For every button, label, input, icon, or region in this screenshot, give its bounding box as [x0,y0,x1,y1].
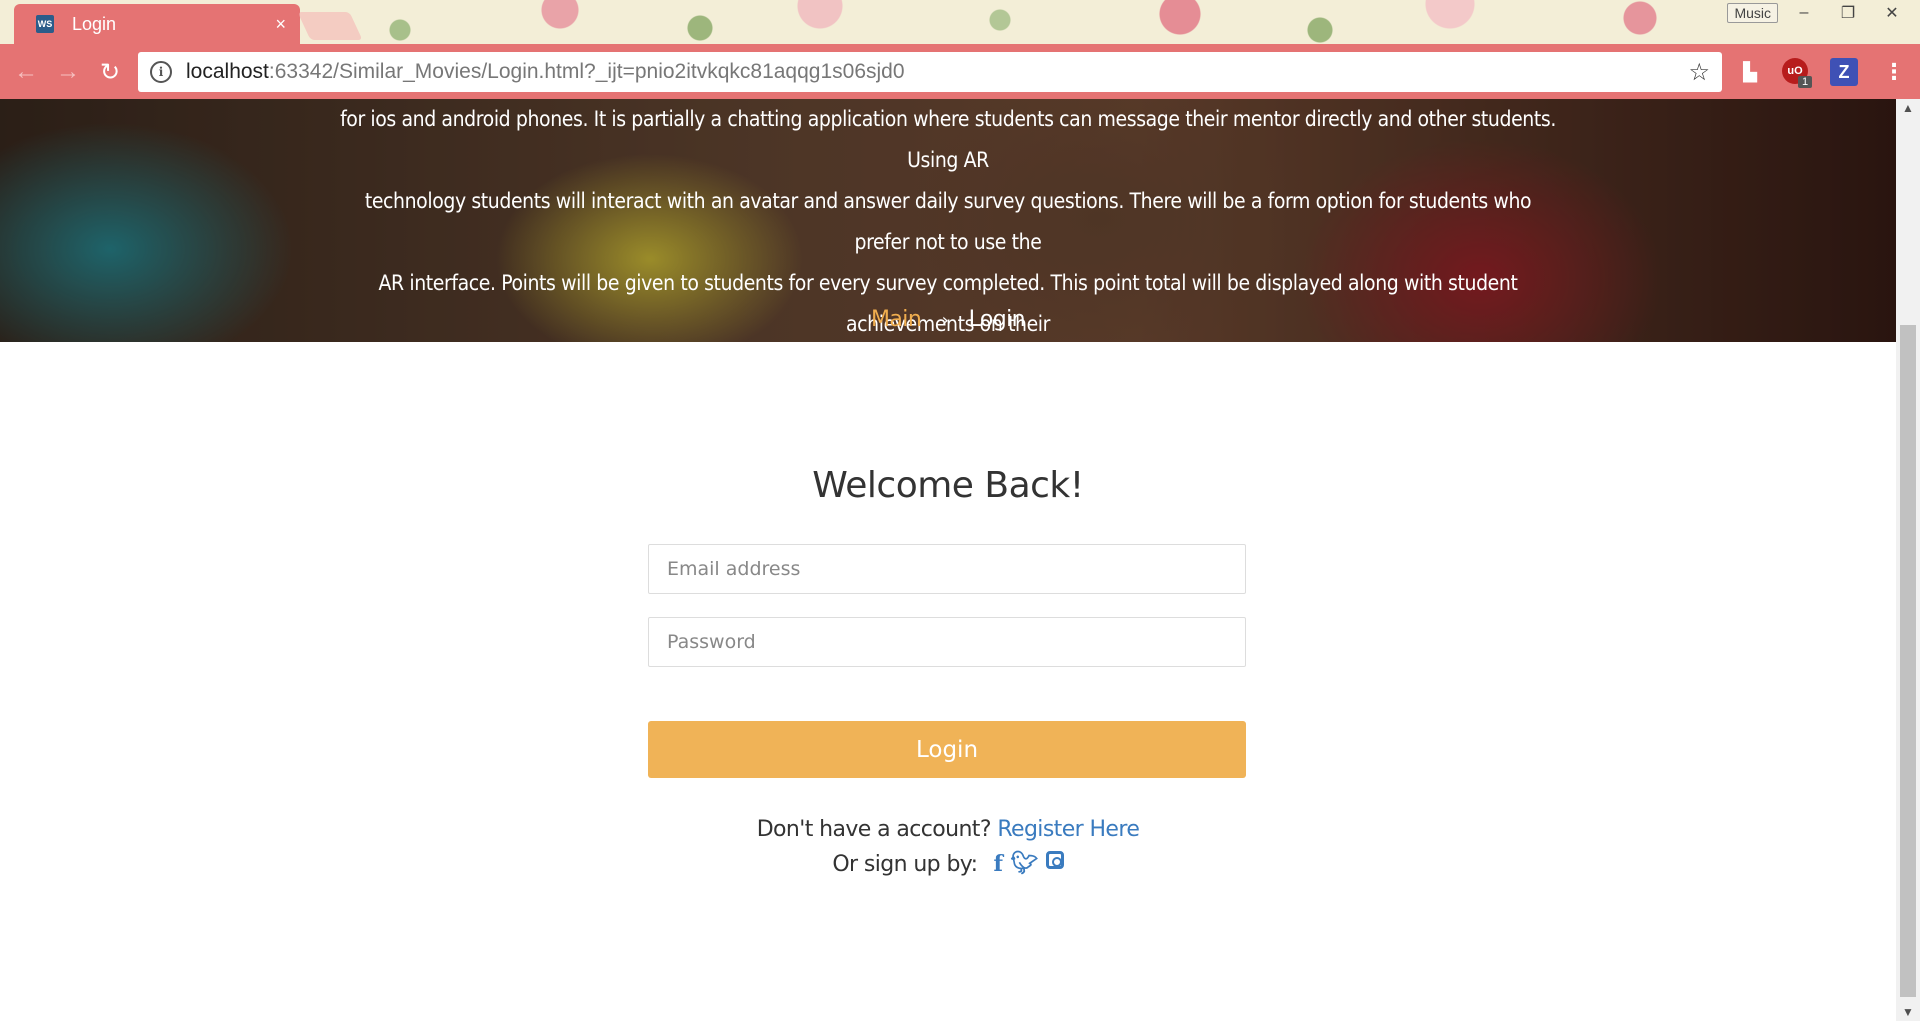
tab-title: Login [72,13,117,34]
forward-arrow-icon[interactable]: → [52,56,84,88]
twitter-icon[interactable]: 🐦︎ [1010,851,1038,877]
social-icons: f 🐦︎ [993,851,1064,877]
bookmark-star-icon[interactable]: ☆ [1688,58,1710,87]
window-controls: Music – ❐ ✕ [1727,2,1910,24]
scroll-up-icon[interactable]: ▲ [1896,99,1920,117]
no-account-text: Don't have a account? [756,817,992,842]
facebook-icon[interactable]: f [993,851,1002,877]
back-arrow-icon[interactable]: ← [10,56,42,88]
hero-line: for ios and android phones. It is partia… [340,107,1556,172]
scrollbar-thumb[interactable] [1900,325,1916,997]
tab-close-icon[interactable]: × [275,14,286,35]
breadcrumb: Main › Login [0,307,1896,332]
social-signup: Or sign up by: f 🐦︎ [0,851,1896,877]
reload-icon[interactable]: ↻ [94,56,126,88]
breadcrumb-main-link[interactable]: Main [871,307,922,332]
hero-description: for ios and android phones. It is partia… [340,99,1556,386]
webstorm-favicon-icon: WS [36,15,54,33]
page-title: Welcome Back! [812,465,1084,506]
minimize-icon[interactable]: – [1786,2,1822,24]
breadcrumb-current: Login [968,307,1026,332]
browser-tab[interactable]: WS Login × [14,4,300,44]
ublock-count-badge: 1 [1798,76,1813,88]
browser-toolbar: ← → ↻ i localhost:63342/Similar_Movies/L… [0,44,1920,99]
url-text[interactable]: localhost:63342/Similar_Movies/Login.htm… [186,60,1688,84]
address-bar[interactable]: i localhost:63342/Similar_Movies/Login.h… [138,52,1722,92]
register-prompt: Don't have a account? Register Here [0,817,1896,842]
page-viewport: for ios and android phones. It is partia… [0,99,1896,1021]
signup-text: Or sign up by: [832,851,978,877]
extension-bookmark-icon[interactable]: ▙ [1736,58,1764,86]
chevron-right-icon: › [941,310,949,331]
hero-line: technology students will interact with a… [364,189,1532,254]
instagram-icon[interactable] [1045,851,1064,869]
restore-icon[interactable]: ❐ [1830,2,1866,24]
browser-menu-icon[interactable]: ⋮ [1880,58,1908,86]
music-badge[interactable]: Music [1727,3,1778,23]
password-field[interactable] [648,617,1246,667]
zotero-icon[interactable]: Z [1830,58,1858,86]
login-button[interactable]: Login [648,721,1246,778]
browser-titlebar: WS Login × Music – ❐ ✕ [0,0,1920,44]
new-tab-button[interactable] [297,12,363,40]
hero-line: AR interface. Points will be given to st… [378,271,1518,336]
hero-banner: for ios and android phones. It is partia… [0,99,1896,377]
close-window-icon[interactable]: ✕ [1874,2,1910,24]
info-icon[interactable]: i [150,61,172,83]
email-field[interactable] [648,544,1246,594]
hero-line: user profile. Lastly a news section will… [508,353,1388,377]
page-scrollbar[interactable]: ▲ ▼ [1896,99,1920,1021]
scroll-down-icon[interactable]: ▼ [1896,1003,1920,1021]
register-link[interactable]: Register Here [997,817,1140,842]
